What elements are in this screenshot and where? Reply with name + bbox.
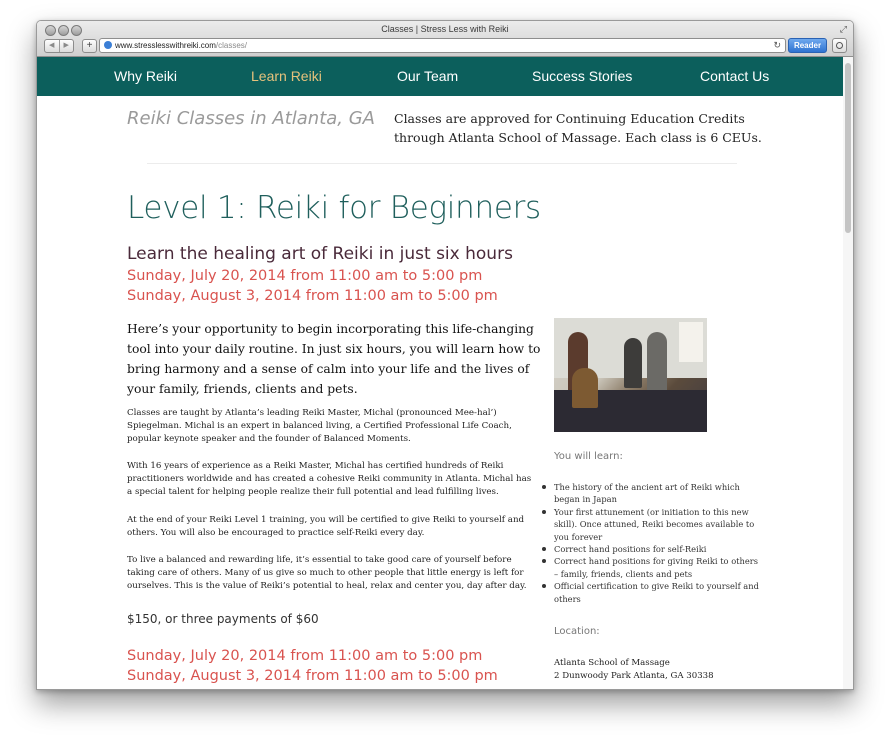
list-item: Correct hand positions for giving Reiki … xyxy=(542,556,758,579)
site-icon xyxy=(104,41,112,49)
class-date: Sunday, July 20, 2014 from 11:00 am to 5… xyxy=(127,268,483,284)
vertical-scrollbar[interactable] xyxy=(843,57,853,689)
nav-success-stories[interactable]: Success Stories xyxy=(532,68,632,84)
class-date: Sunday, August 3, 2014 from 11:00 am to … xyxy=(127,288,498,304)
reload-icon[interactable]: ↻ xyxy=(773,39,781,52)
history-buttons: ◀ ▶ xyxy=(44,39,74,53)
body-paragraph: With 16 years of experience as a Reiki M… xyxy=(127,461,532,497)
body-paragraph: To live a balanced and rewarding life, i… xyxy=(127,555,527,591)
list-item: The history of the ancient art of Reiki … xyxy=(542,481,759,506)
lead-paragraph: Here’s your opportunity to begin incorpo… xyxy=(127,322,541,396)
page-viewport: Why Reiki Learn Reiki Our Team Success S… xyxy=(37,57,853,689)
reiki-class-photo xyxy=(554,318,707,432)
location-heading: Location: xyxy=(554,626,600,637)
nav-learn-reiki[interactable]: Learn Reiki xyxy=(251,68,322,84)
class-date: Sunday, August 3, 2014 from 11:00 am to … xyxy=(127,668,498,684)
url-domain: www.stresslesswithreiki.com xyxy=(115,41,216,50)
list-item: Correct hand positions for self-Reiki xyxy=(542,543,759,555)
back-button[interactable]: ◀ xyxy=(45,40,60,52)
forward-button[interactable]: ▶ xyxy=(60,40,74,52)
location-address: Atlanta School of Massage 2 Dunwoody Par… xyxy=(554,657,714,683)
divider xyxy=(147,163,737,164)
body-paragraph: Classes are taught by Atlanta’s leading … xyxy=(127,408,512,444)
add-bookmark-button[interactable]: + xyxy=(82,39,97,53)
learn-list: The history of the ancient art of Reiki … xyxy=(542,481,759,605)
fullscreen-icon[interactable]: ⤢ xyxy=(840,24,847,35)
list-item: Your first attunement (or initiation to … xyxy=(542,506,759,543)
scrollbar-thumb[interactable] xyxy=(845,63,851,233)
class-subtitle: Learn the healing art of Reiki in just s… xyxy=(127,244,513,264)
class-date: Sunday, July 20, 2014 from 11:00 am to 5… xyxy=(127,648,483,664)
reader-button[interactable]: Reader xyxy=(788,38,827,53)
url-path: /classes/ xyxy=(215,41,248,50)
window-title: Classes | Stress Less with Reiki xyxy=(381,24,509,34)
learn-heading: You will learn: xyxy=(554,451,623,462)
list-item: Official certification to give Reiki to … xyxy=(542,581,759,604)
url-text: www.stresslesswithreiki.com/classes/ xyxy=(115,39,247,52)
nav-contact-us[interactable]: Contact Us xyxy=(700,68,769,84)
site-navigation: Why Reiki Learn Reiki Our Team Success S… xyxy=(37,57,843,96)
page-heading: Reiki Classes in Atlanta, GA xyxy=(127,108,375,129)
location-street: 2 Dunwoody Park Atlanta, GA 30338 xyxy=(554,671,714,681)
class-title: Level 1: Reiki for Beginners xyxy=(127,190,541,226)
browser-window: Classes | Stress Less with Reiki ⤢ ◀ ▶ +… xyxy=(36,20,854,690)
browser-toolbar: Classes | Stress Less with Reiki ⤢ ◀ ▶ +… xyxy=(37,21,853,57)
body-paragraph: At the end of your Reiki Level 1 trainin… xyxy=(127,515,525,538)
ceu-note: Classes are approved for Continuing Educ… xyxy=(394,111,762,145)
downloads-icon[interactable] xyxy=(832,38,847,53)
nav-why-reiki[interactable]: Why Reiki xyxy=(114,68,177,84)
location-name: Atlanta School of Massage xyxy=(554,658,670,668)
nav-our-team[interactable]: Our Team xyxy=(397,68,458,84)
address-bar[interactable]: www.stresslesswithreiki.com/classes/ ↻ xyxy=(99,38,786,53)
class-price: $150, or three payments of $60 xyxy=(127,612,319,626)
